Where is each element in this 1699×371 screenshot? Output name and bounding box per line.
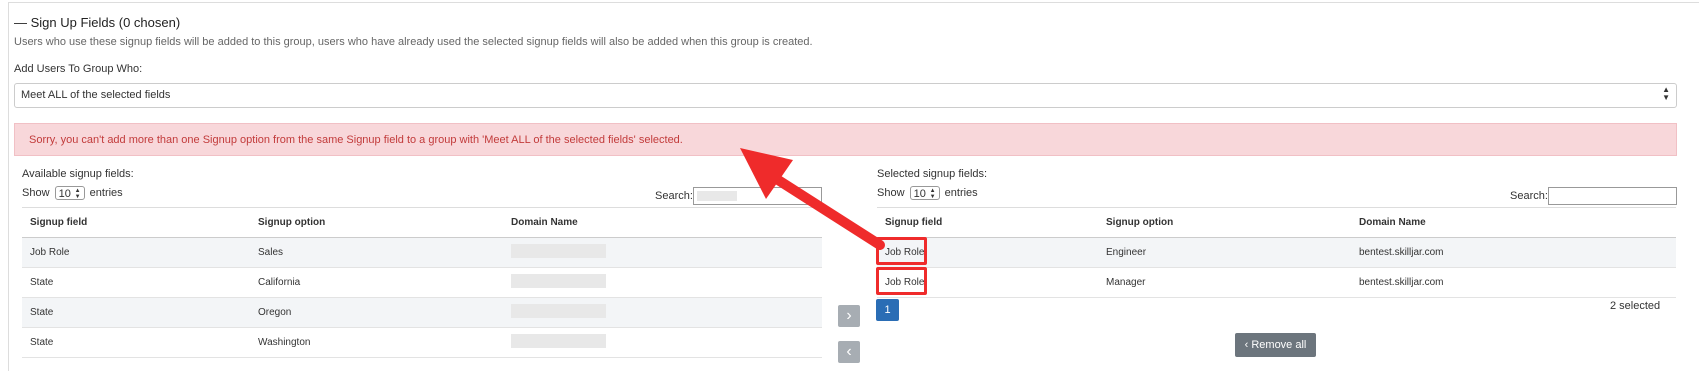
annotation-arrow (740, 148, 885, 250)
